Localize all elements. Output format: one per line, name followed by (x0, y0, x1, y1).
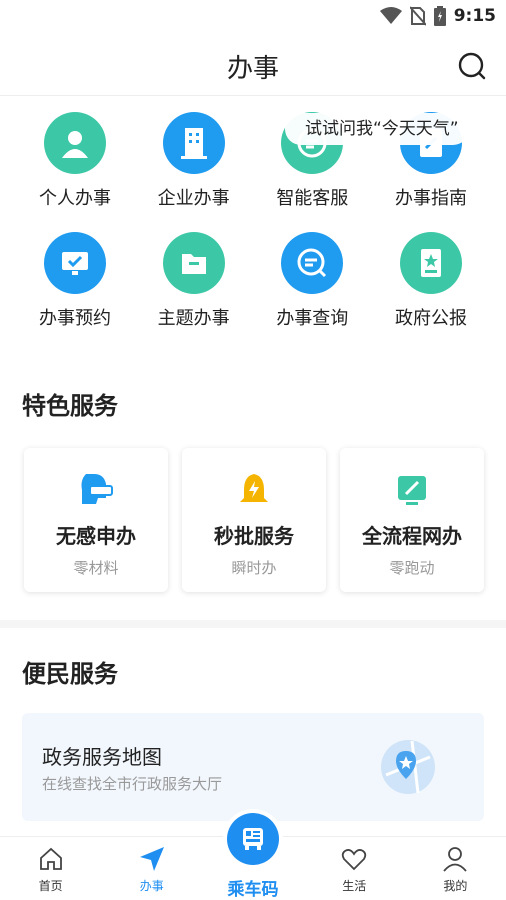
grid-label: 办事预约 (39, 308, 111, 329)
feature-subtitle: 零跑动 (389, 559, 435, 577)
feature-subtitle: 瞬时办 (231, 559, 277, 577)
feature-card-senseless[interactable]: 无感申办 零材料 (24, 448, 168, 592)
grid-label: 个人办事 (39, 188, 111, 209)
voice-hint-bubble[interactable]: 试试问我“今天天气” (285, 113, 469, 145)
feature-title: 秒批服务 (214, 524, 294, 548)
tab-home[interactable]: 首页 (0, 837, 101, 900)
home-icon (37, 845, 65, 873)
grid-item-bulletin[interactable]: 政府公报 (376, 232, 486, 352)
tab-label: 我的 (443, 879, 468, 893)
section-divider (0, 620, 506, 628)
grid-item-enterprise[interactable]: 企业办事 (139, 112, 249, 232)
wifi-icon (379, 7, 402, 24)
feature-card-online[interactable]: 全流程网办 零跑动 (340, 448, 484, 592)
tab-label: 生活 (342, 879, 367, 893)
search-button[interactable] (456, 50, 488, 82)
status-icons: 9:15 (379, 6, 496, 26)
person-icon (44, 112, 106, 174)
bus-code-icon (227, 813, 279, 865)
grid-item-personal[interactable]: 个人办事 (20, 112, 130, 232)
search-icon (458, 52, 486, 80)
query-icon (281, 232, 344, 294)
tab-bus-code[interactable]: 乘车码 (202, 809, 303, 900)
tab-label: 乘车码 (227, 880, 279, 900)
tab-services[interactable]: 办事 (101, 837, 202, 900)
status-time: 9:15 (453, 6, 496, 26)
convenience-section-title: 便民服务 (22, 660, 118, 688)
battery-icon (433, 6, 446, 26)
tab-label: 首页 (38, 879, 63, 893)
tab-mine[interactable]: 我的 (405, 837, 506, 900)
service-grid: 个人办事 企业办事 智能客服 办事指南 办事预约 主题办事 办事查询 政府公报 (20, 112, 486, 352)
featured-cards: 无感申办 零材料 秒批服务 瞬时办 全流程网办 零跑动 (24, 448, 484, 592)
map-card-title: 政务服务地图 (42, 745, 162, 769)
navigation-arrow-icon (138, 845, 166, 873)
grid-label: 办事查询 (276, 308, 349, 329)
grid-row: 办事预约 主题办事 办事查询 政府公报 (20, 232, 486, 352)
grid-label: 智能客服 (276, 188, 349, 209)
feature-title: 全流程网办 (362, 524, 462, 548)
user-icon (441, 845, 469, 873)
edit-screen-icon (392, 470, 432, 510)
heart-icon (340, 845, 368, 873)
vr-headset-icon (76, 470, 116, 510)
feature-subtitle: 零材料 (73, 559, 119, 577)
grid-item-appointment[interactable]: 办事预约 (20, 232, 130, 352)
folder-icon (162, 232, 225, 294)
feature-title: 无感申办 (56, 524, 136, 548)
building-icon (162, 112, 225, 174)
grid-label: 政府公报 (394, 308, 467, 329)
map-card-subtitle: 在线查找全市行政服务大厅 (42, 775, 223, 793)
bell-icon (234, 470, 274, 510)
grid-label: 办事指南 (394, 188, 467, 209)
grid-label: 主题办事 (157, 308, 230, 329)
tab-life[interactable]: 生活 (304, 837, 405, 900)
grid-label: 企业办事 (157, 188, 230, 209)
feature-card-instant[interactable]: 秒批服务 瞬时办 (182, 448, 326, 592)
page-title: 办事 (226, 54, 279, 84)
bus-code-button[interactable] (223, 809, 283, 869)
title-bar: 办事 (0, 36, 506, 96)
featured-section-title: 特色服务 (22, 392, 118, 420)
bottom-tab-bar: 首页 办事 乘车码 生活 我的 (0, 809, 506, 900)
grid-item-theme[interactable]: 主题办事 (139, 232, 249, 352)
bulletin-icon (399, 232, 462, 294)
service-map-card[interactable]: 政务服务地图 在线查找全市行政服务大厅 (22, 713, 484, 821)
grid-item-query[interactable]: 办事查询 (257, 232, 367, 352)
map-pin-icon (378, 737, 438, 797)
status-bar: 9:15 (0, 0, 506, 36)
tab-label: 办事 (139, 879, 164, 893)
no-sim-icon (409, 6, 426, 26)
monitor-check-icon (44, 232, 106, 294)
